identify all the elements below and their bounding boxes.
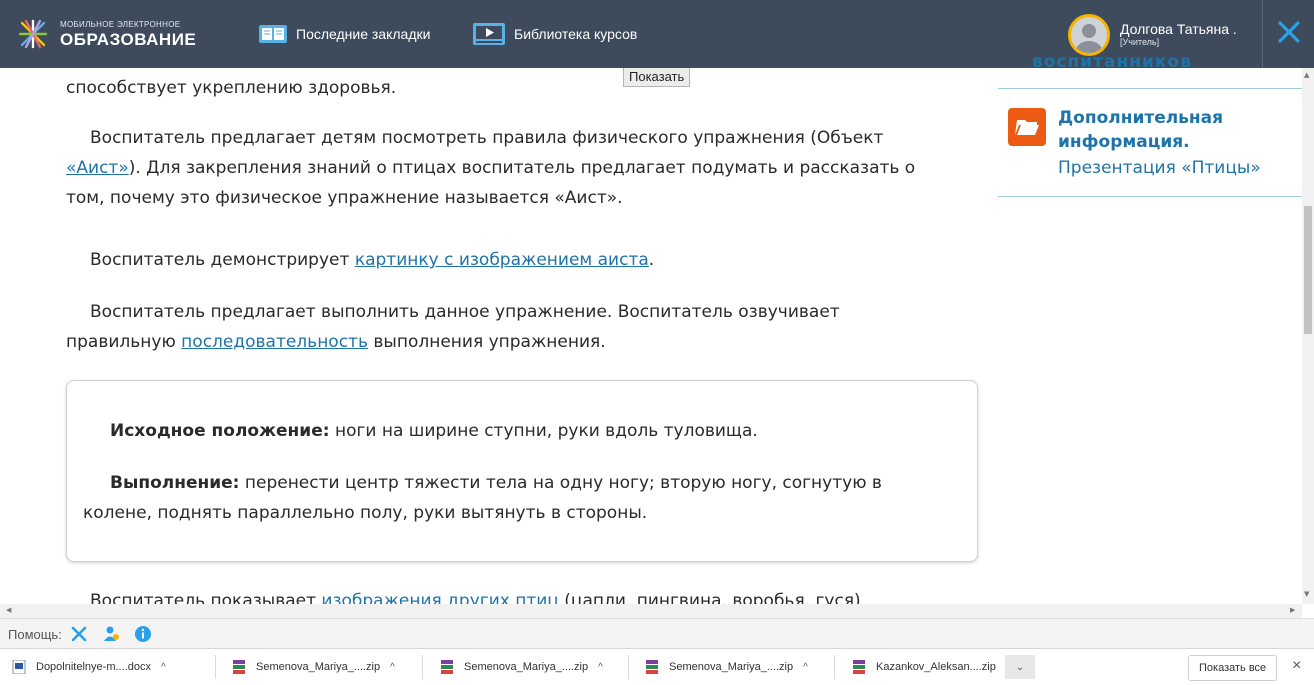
- zip-file-icon: [441, 660, 453, 674]
- download-filename: Semenova_Mariya_....zip: [256, 661, 381, 673]
- course-library-label: Библиотека курсов: [514, 26, 638, 42]
- divider: [998, 88, 1302, 89]
- downloads-bar: Dopolnitelnye-m....docx ^ Semenova_Mariy…: [0, 648, 1314, 685]
- paragraph-stork-picture: Воспитатель демонстрирует картинку с изо…: [90, 250, 655, 270]
- help-label: Помощь:: [8, 626, 62, 642]
- sequence-link[interactable]: последовательность: [181, 332, 368, 352]
- download-item[interactable]: Kazankov_Aleksan....zip: [852, 649, 996, 685]
- zip-file-icon: [646, 660, 658, 674]
- horizontal-scrollbar[interactable]: ◀ ▶: [0, 604, 1302, 618]
- tools-icon[interactable]: [70, 625, 88, 643]
- divider: [422, 655, 423, 679]
- paragraph-exercise: Воспитатель предлагает выполнить данное …: [66, 302, 840, 352]
- sidebar-cut-text: воспитанников: [1032, 52, 1192, 72]
- presentation-birds-link[interactable]: Презентация «Птицы»: [1058, 158, 1261, 178]
- download-item[interactable]: Semenova_Mariya_....zip ^: [645, 649, 808, 685]
- avatar: [1068, 14, 1110, 56]
- help-bar: Помощь:: [0, 618, 1314, 649]
- close-icon[interactable]: ×: [1292, 657, 1301, 675]
- scroll-up-icon[interactable]: ▲: [1304, 71, 1309, 79]
- download-item[interactable]: Semenova_Mariya_....zip ^: [440, 649, 603, 685]
- download-filename: Semenova_Mariya_....zip: [464, 661, 589, 673]
- folder-icon: [1008, 108, 1046, 146]
- other-birds-link[interactable]: изображения других птиц: [321, 591, 558, 604]
- chevron-up-icon[interactable]: ^: [390, 662, 395, 673]
- download-filename: Dopolnitelnye-m....docx: [36, 661, 151, 673]
- close-icon: [1278, 21, 1300, 47]
- video-library-icon: [472, 22, 506, 46]
- chevron-up-icon[interactable]: ^: [803, 662, 808, 673]
- docx-file-icon: [12, 660, 26, 674]
- starting-position: Исходное положение: ноги на ширине ступн…: [110, 421, 758, 441]
- logo-icon: [18, 19, 48, 49]
- paragraph-other-birds: Воспитатель показывает изображения други…: [66, 586, 946, 604]
- user-role: [Учитель]: [1120, 36, 1160, 47]
- user-name: Долгова Татьяна .: [1120, 21, 1237, 38]
- download-filename: Semenova_Mariya_....zip: [669, 661, 794, 673]
- scroll-right-icon[interactable]: ▶: [1290, 606, 1295, 614]
- scroll-down-icon[interactable]: ▼: [1304, 590, 1309, 598]
- logo-big-text: ОБРАЗОВАНИЕ: [60, 29, 197, 49]
- sidebar: воспитанников Дополнительная информация.…: [998, 52, 1302, 604]
- bookmarks-icon: [258, 23, 288, 45]
- course-library-button[interactable]: Библиотека курсов: [472, 21, 637, 47]
- lesson-content: способствует укреплению здоровья. Показа…: [0, 68, 998, 604]
- scroll-thumb[interactable]: [1304, 206, 1312, 334]
- chevron-down-icon[interactable]: ⌄: [1005, 655, 1035, 679]
- paragraph-health: способствует укреплению здоровья.: [66, 78, 397, 98]
- show-all-button[interactable]: Показать все: [1188, 655, 1278, 681]
- zip-file-icon: [853, 660, 865, 674]
- close-button[interactable]: [1262, 0, 1314, 68]
- chevron-up-icon[interactable]: ^: [161, 662, 166, 673]
- divider: [998, 196, 1302, 197]
- divider: [834, 655, 835, 679]
- info-icon[interactable]: [134, 625, 152, 643]
- logo[interactable]: МОБИЛЬНОЕ ЭЛЕКТРОННОЕ ОБРАЗОВАНИЕ: [18, 12, 196, 56]
- execution: Выполнение: перенести центр тяжести тела…: [83, 473, 882, 523]
- user-help-icon[interactable]: [102, 625, 120, 643]
- download-filename: Kazankov_Aleksan....zip: [876, 661, 996, 673]
- recent-bookmarks-label: Последние закладки: [296, 26, 431, 42]
- show-tooltip[interactable]: Показать: [623, 68, 691, 87]
- additional-info-title: Дополнительная информация.: [1058, 108, 1224, 152]
- zip-file-icon: [233, 660, 245, 674]
- divider: [628, 655, 629, 679]
- exercise-box: Исходное положение: ноги на ширине ступн…: [66, 380, 978, 562]
- download-item[interactable]: Semenova_Mariya_....zip ^: [232, 649, 395, 685]
- divider: [215, 655, 216, 679]
- vertical-scrollbar[interactable]: ▲ ▼: [1302, 68, 1314, 604]
- download-item[interactable]: Dopolnitelnye-m....docx ^: [12, 649, 166, 685]
- stork-object-link[interactable]: «Аист»: [66, 158, 129, 178]
- scroll-left-icon[interactable]: ◀: [6, 606, 11, 614]
- logo-small-text: МОБИЛЬНОЕ ЭЛЕКТРОННОЕ: [60, 19, 181, 29]
- chevron-up-icon[interactable]: ^: [598, 662, 603, 673]
- recent-bookmarks-button[interactable]: Последние закладки: [258, 21, 430, 47]
- stork-picture-link[interactable]: картинку с изображением аиста: [355, 250, 649, 270]
- paragraph-stork-rules: Воспитатель предлагает детям посмотреть …: [66, 128, 916, 208]
